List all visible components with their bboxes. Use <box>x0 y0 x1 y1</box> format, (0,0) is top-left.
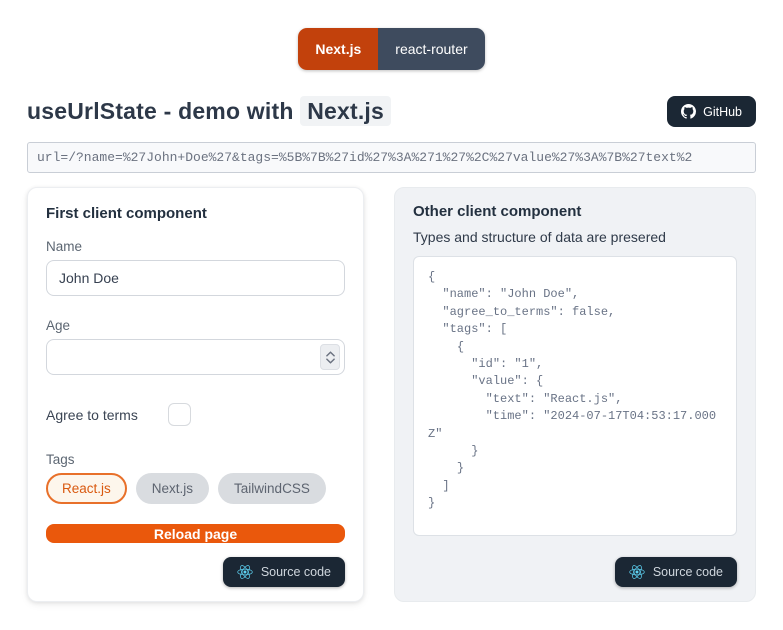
tags-group: Tags React.js Next.js TailwindCSS <box>46 452 345 504</box>
state-json-code: { "name": "John Doe", "agree_to_terms": … <box>428 270 717 511</box>
other-card-title: Other client component <box>413 203 582 220</box>
right-source-code-row: Source code <box>413 557 737 587</box>
react-atom-icon <box>629 564 645 580</box>
tag-reactjs[interactable]: React.js <box>46 473 127 504</box>
other-client-component-card: Other client component Types and structu… <box>394 187 756 602</box>
github-button[interactable]: GitHub <box>667 96 756 127</box>
url-state-readout: url=/?name=%27John+Doe%27&tags=%5B%7B%27… <box>27 142 756 173</box>
age-input[interactable] <box>46 339 345 375</box>
page-title-highlight: Next.js <box>300 96 392 126</box>
age-label: Age <box>46 318 71 333</box>
right-source-code-button[interactable]: Source code <box>614 557 737 587</box>
toggle-nextjs[interactable]: Next.js <box>298 28 379 70</box>
right-source-code-label: Source code <box>652 565 723 579</box>
react-atom-icon <box>237 564 253 580</box>
github-button-label: GitHub <box>703 104 742 119</box>
toggle-react-router[interactable]: react-router <box>378 28 485 70</box>
age-field-group: Age <box>46 318 345 375</box>
github-octocat-icon <box>681 104 697 119</box>
reload-page-button[interactable]: Reload page <box>46 524 345 543</box>
header: useUrlState - demo with Next.js GitHub <box>27 96 756 127</box>
tag-nextjs[interactable]: Next.js <box>135 473 210 504</box>
page-title-text: useUrlState - demo with <box>27 98 301 124</box>
name-input[interactable] <box>46 260 345 296</box>
number-stepper-chevrons[interactable] <box>320 344 340 370</box>
tag-tailwindcss[interactable]: TailwindCSS <box>218 473 326 504</box>
tags-label: Tags <box>46 452 75 467</box>
first-client-component-card: First client component Name Age Agree to… <box>27 187 364 602</box>
agree-to-terms-group: Agree to terms <box>46 403 345 426</box>
framework-toggle-row: Next.js react-router <box>27 28 756 70</box>
first-card-title: First client component <box>46 205 207 222</box>
page-title: useUrlState - demo with Next.js <box>27 96 392 126</box>
page: Next.js react-router useUrlState - demo … <box>0 0 783 602</box>
other-card-subtitle: Types and structure of data are presered <box>413 229 666 245</box>
cards-row: First client component Name Age Agree to… <box>27 187 756 602</box>
left-source-code-label: Source code <box>260 565 331 579</box>
agree-to-terms-checkbox[interactable] <box>167 403 191 426</box>
agree-to-terms-label: Agree to terms <box>46 406 138 423</box>
left-source-code-row: Source code <box>46 557 345 587</box>
name-field-group: Name <box>46 239 345 296</box>
name-label: Name <box>46 239 83 254</box>
framework-toggle: Next.js react-router <box>298 28 485 70</box>
left-source-code-button[interactable]: Source code <box>222 557 345 587</box>
state-json-code-block: { "name": "John Doe", "agree_to_terms": … <box>413 256 737 536</box>
tag-pills: React.js Next.js TailwindCSS <box>46 473 345 504</box>
age-input-wrap <box>46 339 345 375</box>
